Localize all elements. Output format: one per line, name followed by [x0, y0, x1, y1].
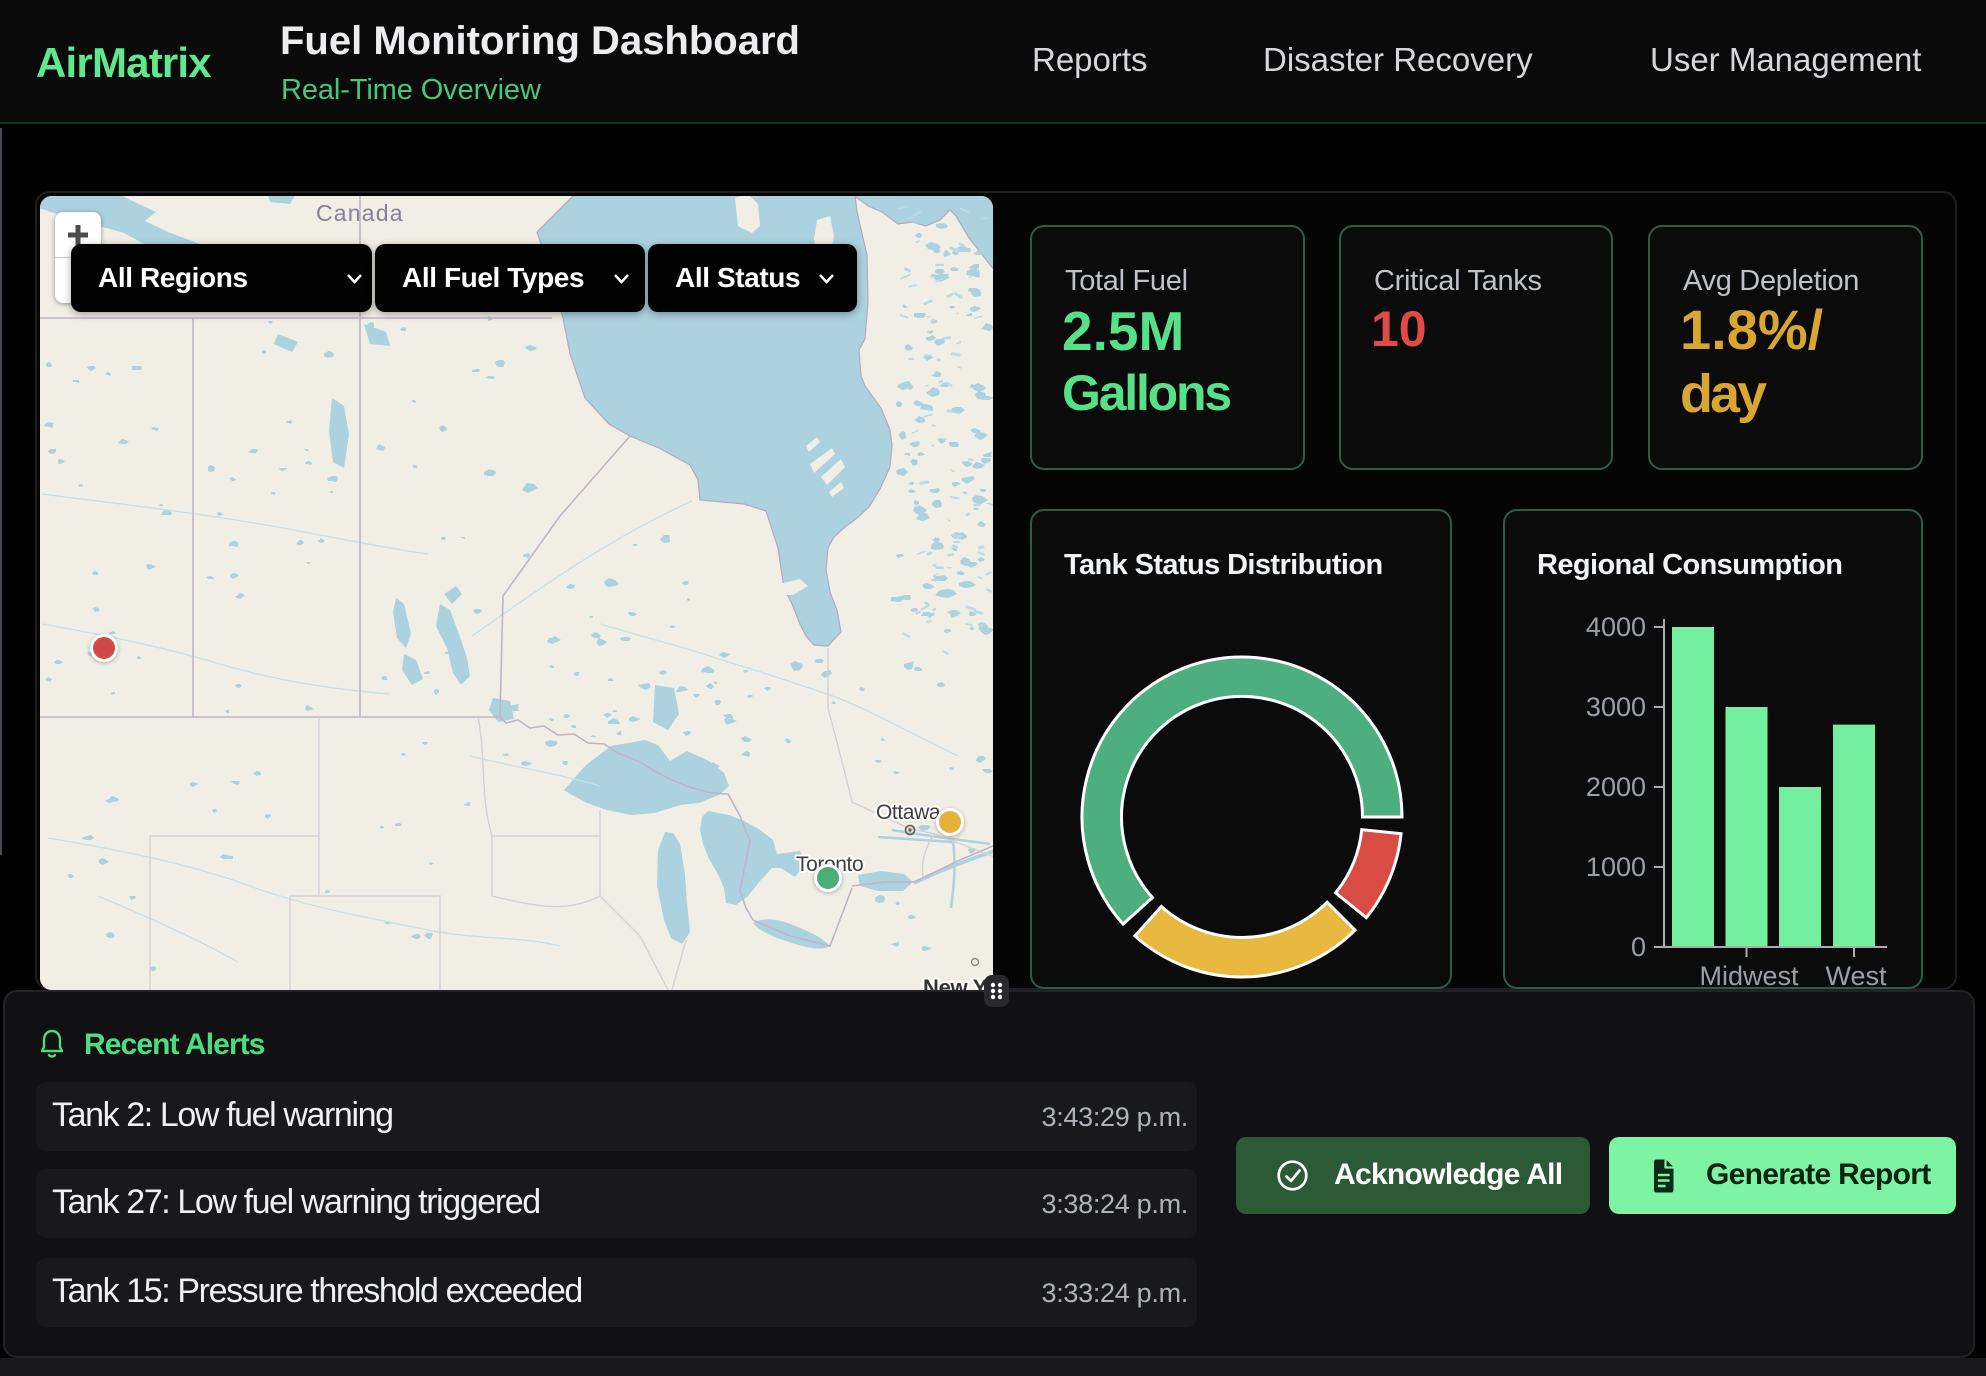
svg-text:West: West	[1825, 961, 1887, 991]
svg-text:0: 0	[1631, 932, 1646, 962]
svg-text:Ottawa: Ottawa	[876, 801, 941, 824]
svg-text:4000: 4000	[1586, 612, 1646, 642]
svg-text:Canada: Canada	[316, 200, 404, 226]
svg-text:1000: 1000	[1586, 852, 1646, 882]
svg-text:Midwest: Midwest	[1699, 961, 1799, 991]
svg-text:3000: 3000	[1586, 692, 1646, 722]
svg-text:New York: New York	[923, 975, 993, 990]
svg-text:2000: 2000	[1586, 772, 1646, 802]
